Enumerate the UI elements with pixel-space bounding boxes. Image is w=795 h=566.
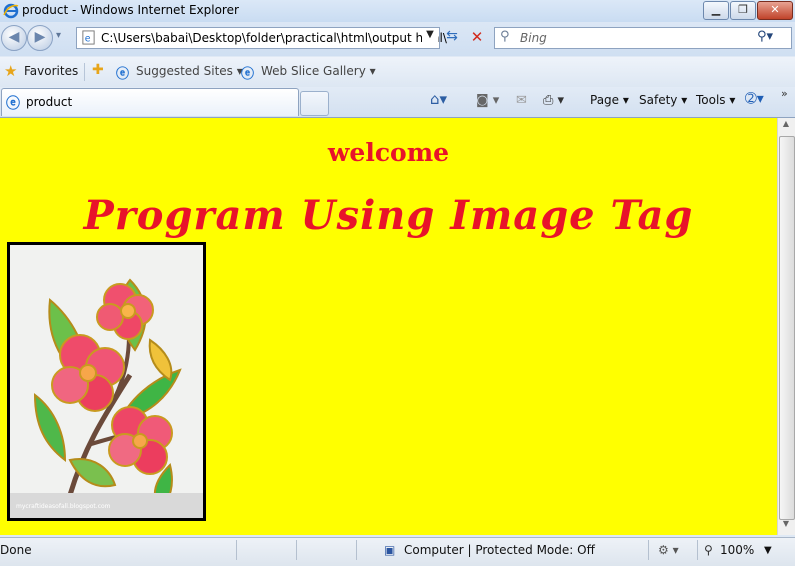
computer-zone-icon: ▣ xyxy=(384,543,396,557)
search-icon[interactable]: ⚲▾ xyxy=(757,29,773,44)
scroll-thumb[interactable] xyxy=(779,136,795,520)
flower-image: mycraftideasofall.blogspot.com xyxy=(7,242,206,521)
zoom-level[interactable]: 100% xyxy=(720,543,754,557)
status-separator xyxy=(648,540,649,560)
page-content: welcome Program Using Image Tag mycrafti… xyxy=(0,118,777,535)
status-separator xyxy=(236,540,237,560)
favorites-button[interactable]: Favorites xyxy=(24,64,78,78)
help-icon[interactable]: ➁▾ xyxy=(745,91,764,107)
forward-button[interactable]: ▶ xyxy=(27,25,53,51)
compatibility-icon[interactable]: ⚙ ▾ xyxy=(658,543,679,557)
vertical-scrollbar[interactable]: ▲ ▼ xyxy=(777,118,795,535)
address-bar[interactable]: e C:\Users\babai\Desktop\folder\practica… xyxy=(76,27,447,49)
search-input[interactable]: Bing xyxy=(520,31,547,45)
status-text: Done xyxy=(0,543,32,557)
security-zone-text: Computer | Protected Mode: Off xyxy=(404,543,595,557)
page-icon: e xyxy=(82,30,95,45)
back-arrow-icon: ◀ xyxy=(8,29,20,45)
close-button[interactable]: ✕ xyxy=(757,1,793,20)
status-bar: Done ▣ Computer | Protected Mode: Off ⚙ … xyxy=(0,537,795,566)
title-bar: product - Windows Internet Explorer ▁ ❐ … xyxy=(0,0,795,22)
status-separator xyxy=(296,540,297,560)
print-icon[interactable]: ⎙ ▾ xyxy=(543,93,564,108)
stop-button[interactable]: ✕ xyxy=(466,28,488,48)
more-commands-icon[interactable]: » xyxy=(781,87,788,100)
stop-icon: ✕ xyxy=(470,28,484,46)
feeds-icon[interactable]: ◙ ▾ xyxy=(476,93,499,108)
maximize-button[interactable]: ❐ xyxy=(730,1,756,20)
ie-logo-icon xyxy=(3,3,19,19)
zoom-dropdown-icon[interactable]: ▼ xyxy=(764,545,772,556)
refresh-button[interactable]: ⇆ xyxy=(441,28,463,48)
tab-bar: ⓔ product ⌂▾ ◙ ▾ ✉ ⎙ ▾ Page ▾ Safety ▾ T… xyxy=(0,87,795,118)
new-tab-button[interactable] xyxy=(300,91,329,116)
window-title: product - Windows Internet Explorer xyxy=(22,3,239,17)
history-dropdown-icon[interactable]: ▾ xyxy=(56,30,61,41)
image-credit: mycraftideasofall.blogspot.com xyxy=(16,503,111,510)
ie-page-icon: ⓔ xyxy=(241,67,255,82)
ie-page-icon: ⓔ xyxy=(6,96,20,112)
scroll-up-icon[interactable]: ▲ xyxy=(779,119,793,134)
safety-menu[interactable]: Safety ▾ xyxy=(639,93,687,107)
page-menu[interactable]: Page ▾ xyxy=(590,93,629,107)
minimize-button[interactable]: ▁ xyxy=(703,1,729,20)
scroll-down-icon[interactable]: ▼ xyxy=(779,519,793,534)
back-button[interactable]: ◀ xyxy=(1,25,27,51)
search-provider-icon: ⚲ xyxy=(500,29,510,44)
tab-label: product xyxy=(26,95,73,109)
ie-page-icon: ⓔ xyxy=(116,67,130,82)
toolbar-separator xyxy=(84,63,85,81)
tools-menu[interactable]: Tools ▾ xyxy=(696,93,735,107)
page-title: Program Using Image Tag xyxy=(83,192,694,239)
refresh-icon: ⇆ xyxy=(446,28,458,44)
status-separator xyxy=(356,540,357,560)
svg-text:e: e xyxy=(85,33,91,44)
status-separator xyxy=(697,540,698,560)
zoom-icon: ⚲ xyxy=(704,543,713,557)
forward-arrow-icon: ▶ xyxy=(34,29,46,45)
suggested-sites-link[interactable]: Suggested Sites ▾ xyxy=(136,64,243,78)
flower-painting-icon xyxy=(10,245,203,518)
favorites-star-icon: ★ xyxy=(4,62,18,80)
welcome-heading: welcome xyxy=(327,138,450,167)
web-slice-gallery-link[interactable]: Web Slice Gallery ▾ xyxy=(261,64,376,78)
home-icon[interactable]: ⌂▾ xyxy=(430,90,447,108)
address-dropdown-icon[interactable]: ▼ xyxy=(422,29,438,45)
tab-product[interactable]: ⓔ product xyxy=(1,88,299,116)
add-favorites-icon[interactable]: ✚ xyxy=(92,62,104,78)
address-input[interactable]: C:\Users\babai\Desktop\folder\practical\… xyxy=(101,31,447,45)
search-box[interactable]: ⚲ Bing ⚲▾ xyxy=(494,27,792,49)
read-mail-icon[interactable]: ✉ xyxy=(516,93,527,108)
favorites-bar: ★ Favorites ✚ ⓔ Suggested Sites ▾ ⓔ Web … xyxy=(0,57,795,88)
